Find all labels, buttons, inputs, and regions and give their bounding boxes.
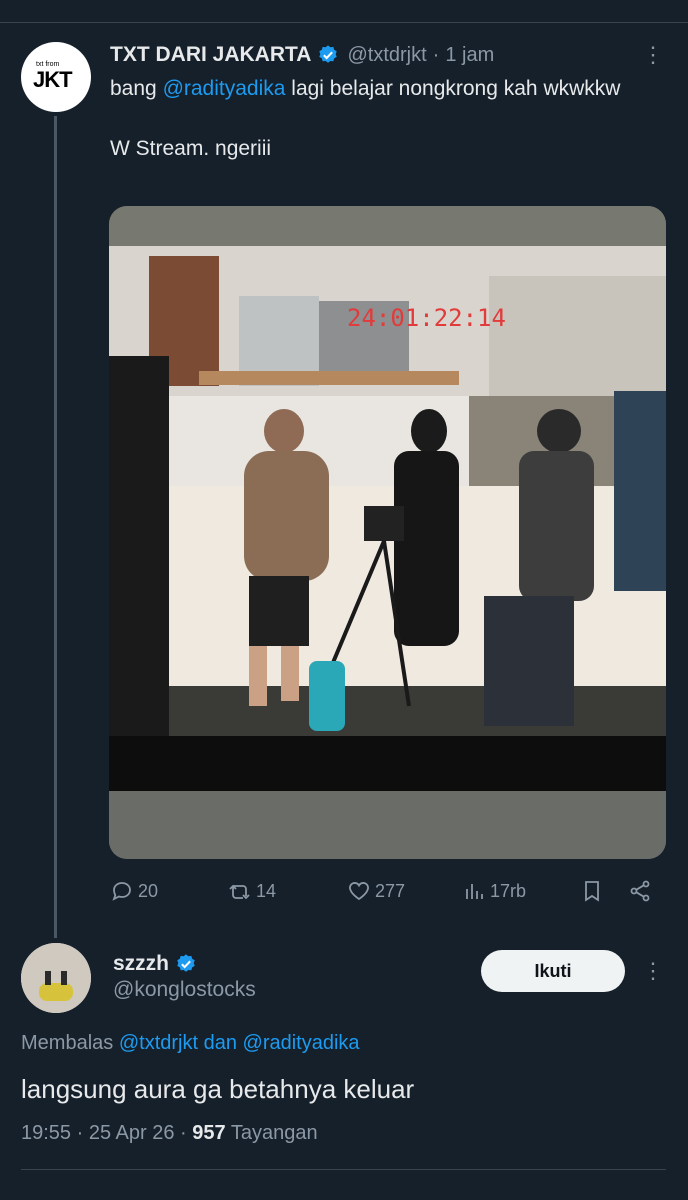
meta-dot: · xyxy=(180,1122,187,1144)
replying-to-line: Membalas @txtdrjkt dan @radityadika xyxy=(21,1032,360,1055)
share-button[interactable] xyxy=(628,874,652,908)
reply-views-label: Tayangan xyxy=(230,1122,318,1144)
media-timestamp-text: 24:01:22:14 xyxy=(347,304,506,332)
replying-and: dan xyxy=(203,1032,237,1054)
reply-more-options-icon[interactable]: ⋮ xyxy=(642,958,664,984)
retweet-button[interactable]: 14 xyxy=(228,874,276,908)
media-scene: 24:01:22:14 xyxy=(109,206,666,859)
reply-date[interactable]: 25 Apr 26 xyxy=(89,1122,175,1144)
tweet-text-prefix: bang xyxy=(110,77,163,100)
reply-text: langsung aura ga betahnya keluar xyxy=(21,1074,415,1104)
replying-mention-1[interactable]: @txtdrjkt xyxy=(119,1032,198,1054)
like-button[interactable]: 277 xyxy=(347,874,405,908)
reply-count: 20 xyxy=(138,880,159,901)
tweet-text-line2: W Stream. ngeriii xyxy=(110,137,272,160)
meta-dot: · xyxy=(76,1122,84,1144)
reply-author-name[interactable]: szzzh xyxy=(113,952,169,976)
author-handle[interactable]: @txtdrjkt xyxy=(347,44,426,67)
reply-author-row: szzzh xyxy=(113,952,197,976)
reply-views-count: 957 xyxy=(192,1122,226,1144)
tweet-text-suffix: lagi belajar nongkrong kah wkwkkw xyxy=(285,77,621,100)
reply-icon xyxy=(112,882,131,901)
tweet-time[interactable]: 1 jam xyxy=(445,44,494,67)
bottom-divider xyxy=(21,1169,666,1170)
more-options-icon[interactable]: ⋮ xyxy=(642,42,664,68)
tweet-media-image[interactable]: 24:01:22:14 xyxy=(109,206,666,859)
thread-connector-line xyxy=(54,116,57,938)
views-count: 17rb xyxy=(490,880,527,901)
author-name[interactable]: TXT DARI JAKARTA xyxy=(110,43,311,67)
heart-icon xyxy=(349,882,369,901)
verified-badge-icon xyxy=(319,45,338,63)
bookmark-button[interactable] xyxy=(580,874,604,908)
reply-avatar[interactable] xyxy=(21,943,91,1013)
mention-link[interactable]: @radityadika xyxy=(163,77,286,100)
avatar[interactable]: txt from JKT xyxy=(21,42,91,112)
reply-avatar-image xyxy=(21,943,91,1013)
share-icon xyxy=(630,880,650,902)
retweet-icon xyxy=(229,884,250,900)
tweet-action-bar: 20 14 277 17rb xyxy=(110,874,670,908)
replying-mention-2[interactable]: @radityadika xyxy=(243,1032,360,1054)
follow-button[interactable]: Ikuti xyxy=(481,950,625,992)
replying-label: Membalas xyxy=(21,1032,114,1054)
dot-separator: · xyxy=(432,43,440,66)
avatar-logo-text: JKT xyxy=(33,67,73,92)
bookmark-icon xyxy=(585,881,599,902)
like-count: 277 xyxy=(375,880,406,901)
tweet-header: TXT DARI JAKARTA @txtdrjkt · 1 jam xyxy=(110,40,494,70)
views-button[interactable]: 17rb xyxy=(462,874,526,908)
reply-meta: 19:55 · 25 Apr 26 · 957 Tayangan xyxy=(21,1122,318,1145)
top-divider xyxy=(0,22,688,23)
analytics-icon xyxy=(466,884,483,899)
verified-badge-icon xyxy=(177,954,195,972)
retweet-count: 14 xyxy=(256,880,277,901)
reply-time[interactable]: 19:55 xyxy=(21,1122,71,1144)
reply-button[interactable]: 20 xyxy=(110,874,158,908)
reply-author-handle[interactable]: @konglostocks xyxy=(113,978,256,1002)
tweet-text: bang @radityadika lagi belajar nongkrong… xyxy=(110,74,630,164)
